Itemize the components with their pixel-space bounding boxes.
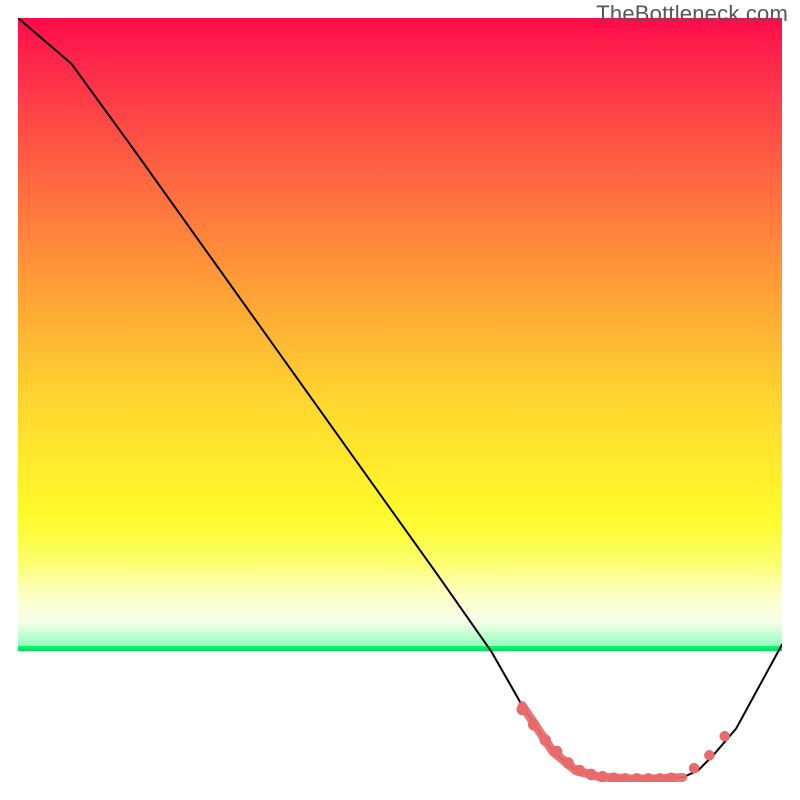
bottleneck-curve <box>18 18 782 779</box>
marker-dot <box>720 731 730 741</box>
watermark-text: TheBottleneck.com <box>596 1 788 27</box>
flat-segment-highlight <box>522 706 683 779</box>
curve-layer <box>18 18 782 782</box>
plot-area <box>18 18 782 782</box>
chart-stage: TheBottleneck.com <box>0 0 800 800</box>
marker-dot <box>689 763 699 773</box>
marker-dot <box>704 750 714 760</box>
